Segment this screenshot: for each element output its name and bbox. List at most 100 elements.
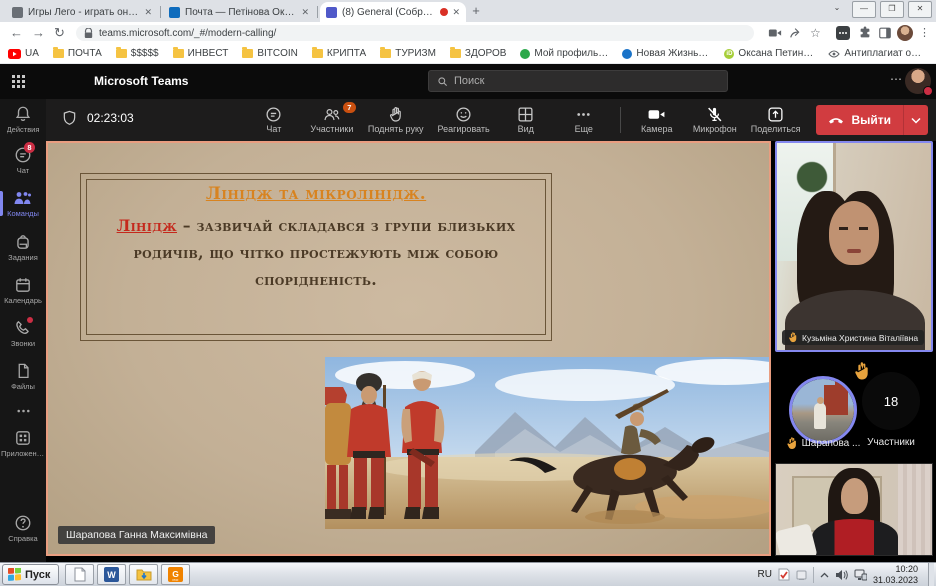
bookmark-item[interactable]: ЗДОРОВ [450, 48, 507, 59]
leave-options-chevron-icon[interactable] [903, 105, 928, 135]
rail-item-calendar[interactable]: Календарь [0, 276, 46, 305]
bookmark-label: Мой профиль • OL... [534, 48, 608, 59]
bookmark-star-icon[interactable]: ☆ [810, 26, 824, 40]
share-button[interactable]: Поделиться [747, 106, 805, 134]
screen: Игры Лего - играть онлайн бес ✕ Почта — … [0, 0, 936, 586]
teams-search-input[interactable]: Поиск [428, 70, 728, 92]
tray-tool-icon[interactable] [796, 569, 807, 581]
chat-button[interactable]: Чат [248, 106, 300, 134]
taskbar-app-document[interactable] [65, 564, 94, 585]
participants-icon [323, 106, 341, 123]
url-omnibox[interactable]: teams.microsoft.com/_#/modern-calling/ [76, 25, 754, 41]
window-close-button[interactable]: ✕ [908, 1, 932, 18]
slide-text-box: Лінідж та мікролінідж. Лінідж – зазвичай… [80, 173, 552, 341]
apps-icon [14, 429, 32, 447]
rail-item-activity[interactable]: Действия [0, 105, 46, 134]
browser-menu-kebab-icon[interactable]: ⋮ [919, 22, 930, 44]
bookmark-item[interactable]: $$$$$ [116, 48, 159, 59]
react-button[interactable]: Реагировать [434, 106, 494, 134]
waffle-menu-icon[interactable] [12, 75, 25, 88]
rail-item-assignments[interactable]: Задания [0, 233, 46, 262]
start-label: Пуск [25, 569, 50, 581]
rail-item-chat[interactable]: 8 Чат [0, 146, 46, 175]
tab-search-chevron-icon[interactable]: ⌄ [826, 1, 848, 16]
reload-icon[interactable]: ↻ [54, 22, 65, 44]
speaker-name-text: Кузьміна Христина Віталіївна [802, 333, 918, 343]
start-button[interactable]: Пуск [2, 564, 59, 585]
language-bar-icon[interactable] [778, 568, 790, 581]
windows-logo-icon [8, 568, 21, 581]
forward-icon[interactable]: → [32, 22, 45, 44]
taskbar-clock[interactable]: 10:20 31.03.2023 [873, 564, 918, 586]
video-tile-self[interactable] [775, 463, 933, 556]
building-tower [835, 379, 842, 389]
extension-badge-icon[interactable] [836, 26, 850, 40]
bookmark-item[interactable]: Антиплагиат онлай... [828, 48, 922, 59]
tab-close-icon[interactable]: ✕ [452, 7, 460, 18]
mic-off-icon [706, 106, 723, 123]
side-panel-icon[interactable] [878, 26, 892, 40]
rail-item-teams[interactable]: Команды [0, 189, 46, 218]
browser-profile-avatar[interactable] [897, 25, 913, 41]
self-torso [812, 519, 898, 556]
speaker-face [829, 201, 879, 265]
tab-close-icon[interactable]: ✕ [144, 7, 152, 18]
teams-app-title: Microsoft Teams [94, 74, 188, 88]
bookmark-label: UA [25, 48, 39, 59]
chat-badge: 8 [24, 142, 35, 153]
rail-item-files[interactable]: Файлы [0, 362, 46, 391]
bookmark-label: ИНВЕСТ [188, 48, 229, 59]
raised-hand-icon [786, 437, 798, 450]
raise-hand-button[interactable]: Поднять руку [364, 106, 428, 134]
eye-icon [828, 50, 840, 58]
teams-header-more-icon[interactable]: ⋯ [890, 72, 903, 86]
bookmark-item[interactable]: ПОЧТА [53, 48, 102, 59]
participants-button[interactable]: 7 Участники [306, 106, 358, 134]
window-minimize-button[interactable]: — [852, 1, 876, 18]
volume-icon[interactable] [835, 569, 848, 581]
rail-item-apps[interactable]: Приложени... [0, 429, 46, 458]
teams-icon [13, 189, 33, 207]
participant-avatar[interactable] [789, 376, 857, 444]
tab-camera-icon[interactable] [768, 26, 782, 40]
bookmark-item[interactable]: Мой профиль • OL... [520, 48, 608, 59]
view-button[interactable]: Вид [500, 106, 552, 134]
window-restore-button[interactable]: ❐ [880, 1, 904, 18]
show-desktop-button[interactable] [928, 563, 934, 586]
share-page-icon[interactable] [789, 26, 803, 40]
leave-button[interactable]: Выйти [816, 105, 928, 135]
taskbar-app-pdf[interactable]: GPDF [161, 564, 190, 585]
eye [839, 227, 848, 230]
tab-separator [317, 6, 318, 18]
back-icon[interactable]: ← [10, 22, 23, 44]
rail-item-more[interactable] [0, 405, 46, 417]
raised-hand-icon [788, 332, 798, 343]
bookmark-item[interactable]: iDОксана Петинова (... [724, 48, 814, 59]
clock-time: 10:20 [873, 564, 918, 575]
raise-hand-icon [388, 106, 404, 123]
network-icon[interactable] [854, 569, 867, 581]
rail-item-calls[interactable]: Звонки [0, 319, 46, 348]
bookmark-item[interactable]: ТУРИЗМ [380, 48, 436, 59]
language-indicator[interactable]: RU [758, 569, 772, 580]
taskbar-app-downloads-folder[interactable] [129, 564, 158, 585]
hidden-icons-chevron[interactable] [820, 572, 829, 578]
new-tab-button[interactable]: + [468, 3, 484, 19]
browser-tab-2[interactable]: Почта — Петінова Оксана Бор ✕ [163, 2, 315, 22]
taskbar-app-word[interactable]: W [97, 564, 126, 585]
browser-tab-1[interactable]: Игры Лего - играть онлайн бес ✕ [6, 2, 158, 22]
browser-tab-active[interactable]: (8) General (Собрание) | Mi ✕ [320, 2, 466, 22]
bookmark-item[interactable]: ИНВЕСТ [173, 48, 229, 59]
bookmark-item[interactable]: Новая Жизнь | Оф... [622, 48, 710, 59]
more-button[interactable]: Еще [558, 106, 610, 134]
bookmark-item[interactable]: UA [8, 48, 39, 59]
rail-item-help[interactable]: Справка [0, 514, 46, 543]
mic-button[interactable]: Микрофон [689, 106, 741, 134]
extensions-puzzle-icon[interactable] [858, 26, 872, 40]
video-tile-speaker[interactable]: Кузьміна Христина Віталіївна [775, 141, 933, 352]
tab-close-icon[interactable]: ✕ [301, 7, 309, 18]
bookmark-item[interactable]: КРИПТА [312, 48, 366, 59]
bookmark-item[interactable]: BITCOIN [242, 48, 298, 59]
camera-button[interactable]: Камера [631, 106, 683, 134]
participants-count-circle[interactable]: 18 [862, 372, 920, 430]
